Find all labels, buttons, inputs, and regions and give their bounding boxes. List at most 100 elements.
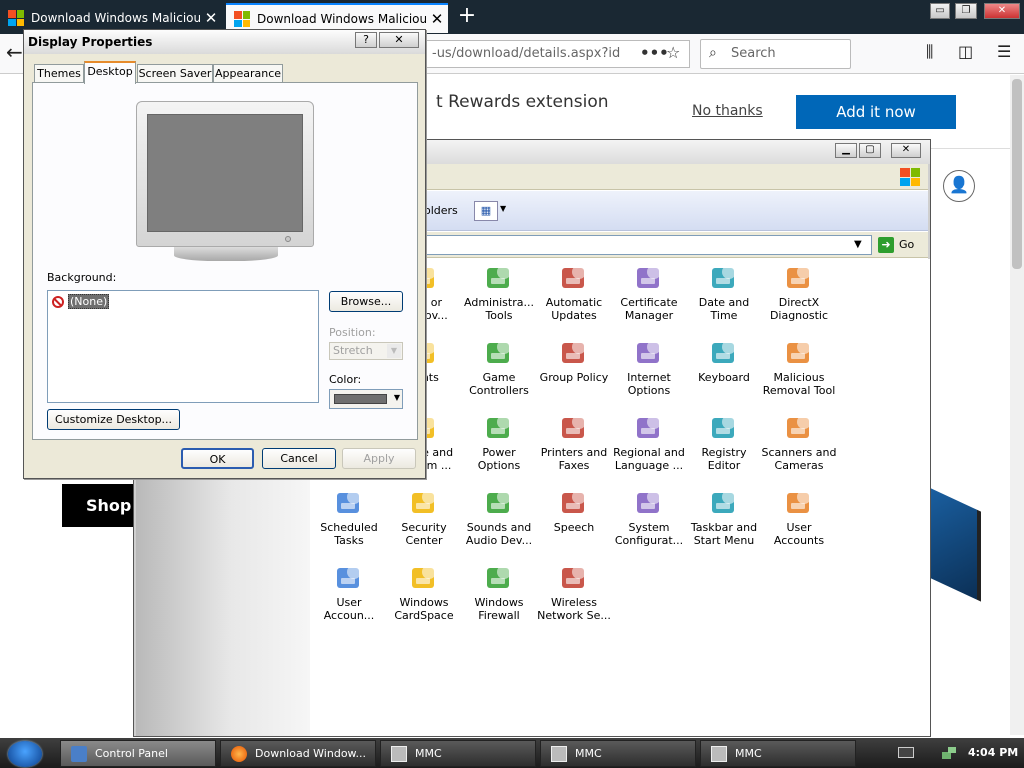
user-accounts-icon [787,490,811,513]
control-panel-item[interactable]: Power Options [461,412,537,472]
sidebar-icon[interactable]: ◫ [958,42,973,61]
customize-desktop-button[interactable]: Customize Desktop... [47,409,180,430]
control-panel-item-label: Taskbar and Start Menu [690,521,758,547]
tab-appearance[interactable]: Appearance [213,64,283,83]
control-panel-item-label: DirectX Diagnostic [769,296,829,322]
control-panel-item[interactable]: Wireless Network Se... [536,562,612,622]
control-panel-item[interactable]: Scheduled Tasks [311,487,387,547]
search-input[interactable]: ⌕ Search [700,39,851,69]
control-panel-item[interactable]: Registry Editor [686,412,762,472]
power-options-icon [487,415,511,438]
help-button[interactable]: ? [355,32,377,48]
position-select[interactable]: Stretch ▼ [329,342,403,360]
taskbar-item-download[interactable]: Download Window... [220,740,376,767]
control-panel-item[interactable]: Windows Firewall [461,562,537,622]
restore-window-button[interactable]: ❐ [955,3,977,19]
dialog-close-button[interactable]: ✕ [379,32,419,48]
control-panel-item-label: Internet Options [627,371,671,397]
color-picker-button[interactable]: ▼ [329,389,403,409]
account-avatar-icon[interactable]: 👤 [943,170,975,202]
chevron-down-icon: ▼ [393,393,400,402]
control-panel-item[interactable]: Group Policy [536,337,612,384]
control-panel-item[interactable]: Taskbar and Start Menu [686,487,762,547]
folders-button[interactable]: olders [424,204,458,217]
control-panel-item-label: System Configurat... [614,521,684,547]
control-panel-item[interactable]: Scanners and Cameras [761,412,837,472]
no-thanks-link[interactable]: No thanks [692,103,763,119]
control-panel-item[interactable]: Regional and Language ... [611,412,687,472]
control-panel-item[interactable]: Date and Time [686,262,762,322]
bookmark-star-icon[interactable]: ☆ [666,43,680,62]
close-tab-icon[interactable]: ✕ [426,10,448,28]
background-list[interactable]: (None) [47,290,319,403]
security-center-icon [412,490,436,513]
page-actions-icon[interactable]: ••• [640,44,669,62]
tab-themes[interactable]: Themes [34,64,84,83]
color-swatch [334,394,387,404]
control-panel-item[interactable]: Automatic Updates [536,262,612,322]
control-panel-item-label: Automatic Updates [545,296,603,322]
taskbar-item-mmc[interactable]: MMC [700,740,856,767]
taskbar-item-mmc[interactable]: MMC [540,740,696,767]
url-bar[interactable]: -us/download/details.aspx?id ••• ☆ [426,40,690,68]
control-panel-item[interactable]: Administra... Tools [461,262,537,322]
address-dropdown-icon[interactable]: ▼ [854,239,862,250]
control-panel-item[interactable]: Malicious Removal Tool [761,337,837,397]
browse-button[interactable]: Browse... [329,291,403,312]
monitor-screen [147,114,303,232]
control-panel-item-label: Sounds and Audio Dev... [465,521,533,547]
cancel-button[interactable]: Cancel [262,448,336,469]
directx-icon [787,265,811,288]
control-panel-item-label: Security Center [401,521,447,547]
control-panel-item[interactable]: User Accoun... [311,562,387,622]
start-button[interactable] [8,741,42,767]
control-panel-item[interactable]: Speech [536,487,612,534]
minimize-icon[interactable]: ▁ [835,143,857,158]
close-window-button[interactable]: ✕ [984,3,1020,19]
network-tray-icon[interactable] [940,744,958,762]
registry-editor-icon [712,415,736,438]
shop-now-button[interactable]: Shop n [62,484,142,527]
control-panel-item-label: Keyboard [698,371,750,384]
position-label: Position: [329,326,376,339]
control-panel-item[interactable]: System Configurat... [611,487,687,547]
list-item[interactable]: (None) [52,294,110,309]
control-panel-item[interactable]: Sounds and Audio Dev... [461,487,537,547]
tab-desktop[interactable]: Desktop [84,61,136,84]
control-panel-item[interactable]: Printers and Faxes [536,412,612,472]
new-tab-button[interactable]: + [456,5,478,27]
scrollbar-thumb[interactable] [1012,79,1022,269]
go-button[interactable]: ➜ Go [878,235,918,255]
minimize-window-button[interactable]: ▭ [930,3,950,19]
windows-flag-icon [900,168,920,186]
taskbar-item-control-panel[interactable]: Control Panel [60,740,216,767]
control-panel-item-label: Wireless Network Se... [537,596,611,622]
microsoft-logo-icon [234,11,250,27]
mmc-icon [551,746,567,762]
control-panel-item[interactable]: Windows CardSpace [386,562,462,622]
mmc-icon [391,746,407,762]
tab-screen-saver[interactable]: Screen Saver [137,64,213,83]
keyboard-icon [712,340,736,363]
hamburger-menu-icon[interactable]: ☰ [997,42,1011,61]
close-icon[interactable]: ✕ [891,143,921,158]
apply-button[interactable]: Apply [342,448,416,469]
control-panel-item[interactable]: Security Center [386,487,462,547]
keyboard-tray-icon[interactable] [898,747,914,758]
control-panel-item[interactable]: DirectX Diagnostic [761,262,837,322]
control-panel-item[interactable]: Internet Options [611,337,687,397]
library-icon[interactable]: ⫼ [926,42,933,62]
taskbar-item-mmc[interactable]: MMC [380,740,536,767]
control-panel-item[interactable]: Keyboard [686,337,762,384]
maximize-icon[interactable]: ▢ [859,143,881,158]
close-tab-icon[interactable]: ✕ [200,9,222,27]
views-icon[interactable]: ▦ [474,201,498,221]
ok-button[interactable]: OK [181,448,254,469]
control-panel-item[interactable]: User Accounts [761,487,837,547]
taskbar-clock[interactable]: 4:04 PM [968,746,1018,759]
control-panel-item[interactable]: Game Controllers [461,337,537,397]
views-dropdown-icon[interactable]: ▼ [500,204,506,213]
add-it-now-button[interactable]: Add it now [796,95,956,129]
control-panel-item[interactable]: Certificate Manager [611,262,687,322]
malicious-removal-tool-icon [787,340,811,363]
